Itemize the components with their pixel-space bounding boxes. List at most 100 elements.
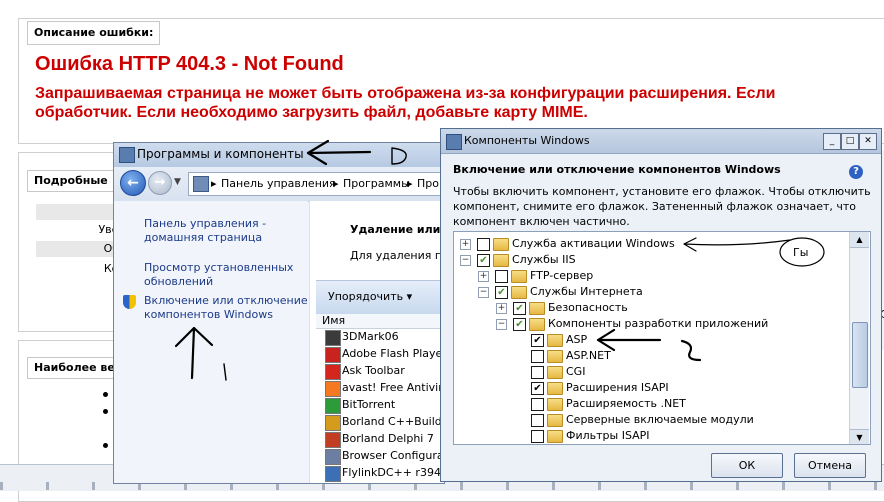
feature-tree-node[interactable]: + Служба активации Windows [454,236,844,252]
programs-and-features-window: Программы и компоненты ← → ▼ ▸ Панель уп… [113,142,445,484]
scroll-down-icon[interactable]: ▼ [850,429,869,444]
folder-icon [511,286,527,299]
column-name-label: Имя [322,314,346,327]
program-list-item[interactable]: Browser Configuratio [342,449,444,462]
help-icon[interactable]: ? [849,165,863,179]
maximize-icon[interactable]: □ [841,133,859,150]
cancel-button[interactable]: Отмена [794,453,866,478]
column-header-name[interactable]: Имя [316,314,444,329]
feature-checkbox[interactable] [531,366,544,379]
folder-icon [511,270,527,283]
error-message-line-2: обработчик. Если необходимо загрузить фа… [35,104,588,121]
breadcrumb[interactable]: ▸ Панель управления ▸ Программы ▸ Прог [188,172,444,196]
feature-tree-node[interactable]: CGI [454,364,844,380]
feature-checkbox[interactable] [477,238,490,251]
feature-tree-node[interactable]: − Службы IIS [454,252,844,268]
chevron-down-icon: ▾ [406,290,413,303]
feature-checkbox[interactable] [531,414,544,427]
program-list-item[interactable]: Borland Delphi 7 [342,432,434,445]
program-list-item[interactable]: avast! Free Antivirus [342,381,444,394]
program-list-item[interactable]: 3DMark06 [342,330,399,343]
expand-icon[interactable]: + [460,239,471,250]
history-dropdown-icon[interactable]: ▼ [174,177,181,187]
folder-icon [493,238,509,251]
bullet [103,409,108,414]
control-panel-home-link[interactable]: Панель управления - домашняя страница [144,217,314,245]
feature-label: ASP.NET [566,349,611,362]
collapse-icon[interactable]: − [496,319,507,330]
folder-icon [547,334,563,347]
ask-icon [325,364,341,380]
bullet [103,443,108,448]
feature-tree-node[interactable]: Расширения ISAPI [454,380,844,396]
breadcrumb-separator-icon[interactable]: ▸ [211,177,217,190]
features-tree: + Служба активации Windows − Службы IIS + FTP… [453,231,871,445]
features-heading: Включение или отключение компонентов Win… [453,163,781,176]
view-installed-updates-link[interactable]: Просмотр установленных обновлений [144,261,314,289]
breadcrumb-separator-icon[interactable]: ▸ [407,177,413,190]
feature-tree-node[interactable]: + FTP-сервер [454,268,844,284]
breadcrumb-item[interactable]: Панель управления [221,177,336,190]
error-message-line-1: Запрашиваемая страница не может быть ото… [35,85,776,102]
scroll-up-icon[interactable]: ▲ [850,232,869,248]
feature-checkbox[interactable] [531,350,544,363]
program-list-item[interactable]: FlylinkDC++ r394 bu [342,466,444,479]
feature-label: Фильтры ISAPI [566,429,650,442]
ok-button[interactable]: ОК [711,453,783,478]
feature-tree-node[interactable]: Расширяемость .NET [454,396,844,412]
program-list-item[interactable]: Adobe Flash Player [342,347,444,360]
program-list-item[interactable]: BitTorrent [342,398,395,411]
scrollbar-thumb[interactable] [852,322,868,388]
feature-label: ASP [566,333,588,346]
feature-tree-node[interactable]: ASP [454,332,844,348]
feature-checkbox[interactable] [531,382,544,395]
feature-label: Компоненты разработки приложений [548,317,769,330]
expand-icon[interactable]: + [478,271,489,282]
feature-checkbox[interactable] [531,430,544,443]
program-list-item[interactable]: Ask Toolbar [342,364,405,377]
collapse-icon[interactable]: − [478,287,489,298]
close-icon[interactable]: ✕ [859,133,877,150]
uac-shield-icon [123,295,136,309]
breadcrumb-item[interactable]: Программы [343,177,410,190]
folder-icon [547,366,563,379]
feature-tree-node[interactable]: Серверные включаемые модули [454,412,844,428]
tree-scrollbar[interactable]: ▲ ▼ [849,232,869,444]
minimize-icon[interactable]: _ [823,133,841,150]
organize-button[interactable]: Упорядочить ▾ [328,290,412,303]
feature-checkbox[interactable] [495,270,508,283]
feature-tree-node[interactable]: − Службы Интернета [454,284,844,300]
breadcrumb-separator-icon[interactable]: ▸ [333,177,339,190]
control-panel-icon [193,176,209,192]
feature-checkbox[interactable] [477,254,490,267]
control-panel-icon [119,147,135,163]
folder-icon [547,414,563,427]
feature-label: CGI [566,365,586,378]
turn-windows-features-link[interactable]: Включение или отключение компонентов Win… [144,294,314,322]
address-bar: ← → ▼ ▸ Панель управления ▸ Программы ▸ … [114,167,444,202]
back-arrow-icon[interactable]: ← [120,170,146,196]
folder-icon [547,382,563,395]
feature-checkbox[interactable] [531,334,544,347]
feature-checkbox[interactable] [513,302,526,315]
collapse-icon[interactable]: − [460,255,471,266]
forward-arrow-icon[interactable]: → [148,171,172,195]
feature-label: Расширяемость .NET [566,397,686,410]
error-title: Ошибка HTTP 404.3 - Not Found [35,53,344,75]
features-titlebar[interactable]: Компоненты Windows _ □ ✕ [441,129,881,154]
feature-tree-node[interactable]: ASP.NET [454,348,844,364]
program-list-item[interactable]: Borland C++Builder [342,415,444,428]
feature-label: Серверные включаемые модули [566,413,754,426]
folder-icon [547,430,563,443]
browser-config-icon [325,449,341,465]
programs-titlebar[interactable]: Программы и компоненты [114,143,444,168]
feature-tree-node[interactable]: Фильтры ISAPI [454,428,844,444]
feature-tree-node[interactable]: + Безопасность [454,300,844,316]
feature-checkbox[interactable] [495,286,508,299]
feature-tree-node[interactable]: − Компоненты разработки приложений [454,316,844,332]
features-description: Чтобы включить компонент, установите его… [453,185,871,228]
feature-checkbox[interactable] [513,318,526,331]
windows-features-icon [446,134,462,150]
expand-icon[interactable]: + [496,303,507,314]
feature-checkbox[interactable] [531,398,544,411]
